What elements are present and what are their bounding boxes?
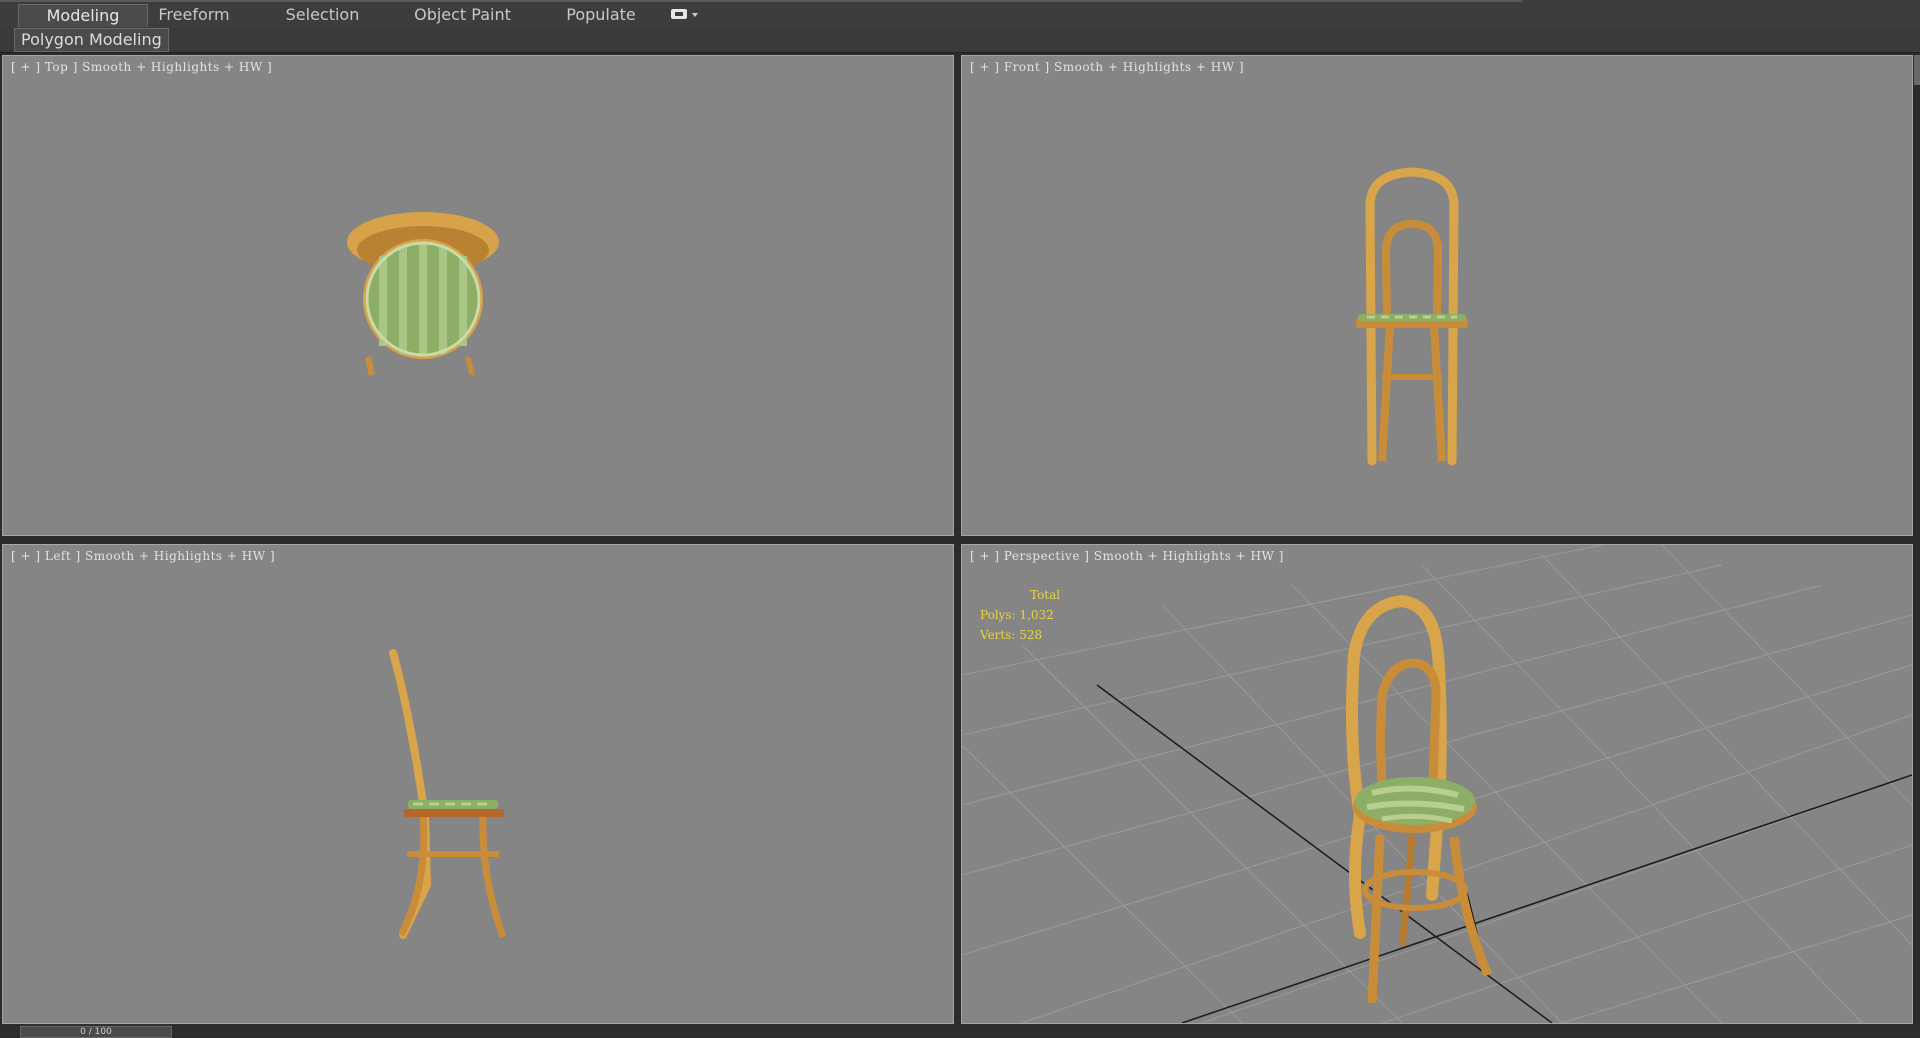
polygon-modeling-tab[interactable]: Polygon Modeling [14, 28, 169, 52]
chair-left-view [389, 649, 507, 939]
tab-modeling[interactable]: Modeling [18, 4, 148, 27]
status-bar [0, 1024, 1920, 1036]
tab-populate[interactable]: Populate [560, 4, 642, 26]
viewport-left[interactable]: [ + ] Left ] Smooth + Highlights + HW ] [2, 544, 954, 1024]
ribbon-options-icon[interactable] [671, 8, 698, 20]
perspective-scene [962, 545, 1912, 1023]
panel-scroll-handle[interactable] [1914, 55, 1920, 85]
ribbon-options-icon-graphic [671, 9, 698, 19]
viewport-perspective[interactable]: [ + ] Perspective ] Smooth + Highlights … [961, 544, 1913, 1024]
viewport-top[interactable]: [ + ] Top ] Smooth + Highlights + HW ] [2, 55, 954, 536]
ribbon-panel-bar [0, 28, 1920, 53]
time-slider[interactable]: 0 / 100 [20, 1026, 172, 1038]
ribbon-tab-bar: Modeling Freeform Selection Object Paint… [0, 0, 1920, 29]
chair-front-view [1356, 167, 1468, 466]
tab-object-paint[interactable]: Object Paint [410, 4, 515, 26]
tab-selection[interactable]: Selection [280, 4, 365, 26]
chair-top-view [347, 212, 499, 376]
tab-freeform[interactable]: Freeform [150, 4, 238, 26]
ribbon-top-line [0, 0, 1522, 2]
viewport-front[interactable]: [ + ] Front ] Smooth + Highlights + HW ] [961, 55, 1913, 536]
grid-axis-y [1181, 774, 1912, 1023]
